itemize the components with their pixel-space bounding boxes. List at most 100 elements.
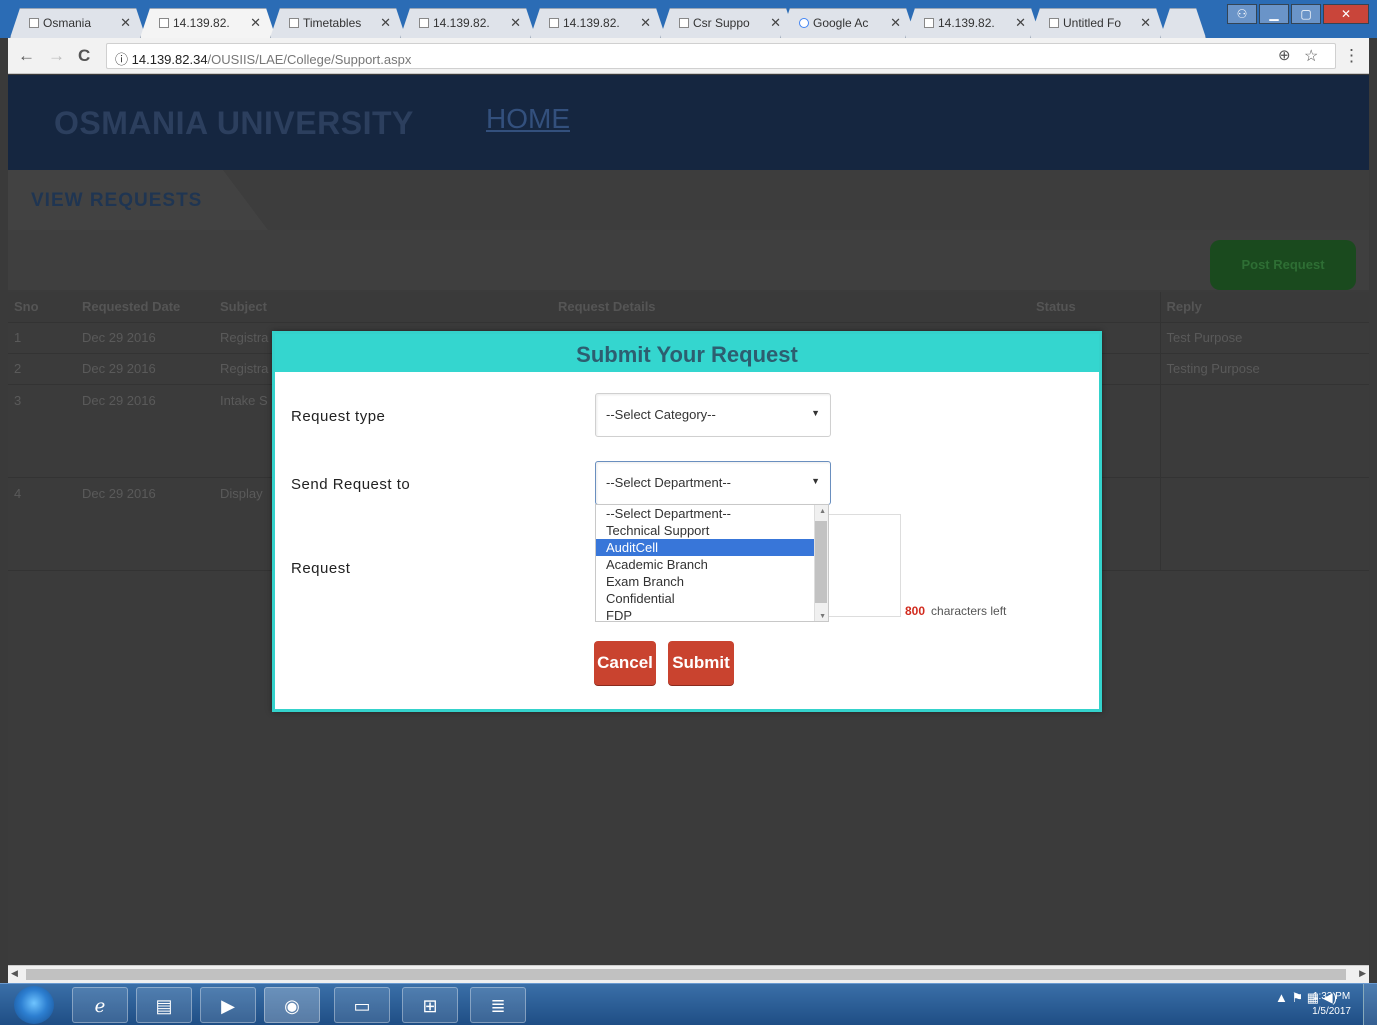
tab-label: Google Ac	[813, 16, 869, 30]
close-tab-icon[interactable]: ✕	[120, 15, 131, 31]
close-tab-icon[interactable]: ✕	[250, 15, 261, 31]
column-header: Requested Date	[76, 292, 214, 323]
start-button[interactable]	[14, 986, 54, 1024]
browser-tab[interactable]: Google Ac ✕	[780, 8, 916, 38]
scroll-right-icon[interactable]: ▶	[1359, 968, 1366, 979]
excel-icon[interactable]: ⊞	[402, 987, 458, 1023]
close-window-button[interactable]: ✕	[1323, 4, 1369, 24]
dropdown-scrollbar[interactable]: ▲ ▼	[814, 505, 828, 621]
bookmark-star-icon[interactable]: ☆	[1304, 46, 1318, 66]
browser-tab[interactable]: Csr Suppo ✕	[660, 8, 796, 38]
minimize-button[interactable]: ▁	[1259, 4, 1289, 24]
request-type-label: Request type	[291, 408, 386, 425]
taskbar-clock[interactable]: 1:33 PM 1/5/2017	[1312, 989, 1351, 1019]
word-icon[interactable]: ≣	[470, 987, 526, 1023]
close-tab-icon[interactable]: ✕	[890, 15, 901, 31]
tab-label: 14.139.82.	[938, 16, 995, 30]
profile-icon[interactable]: ⚇	[1227, 4, 1257, 24]
close-tab-icon[interactable]: ✕	[1140, 15, 1151, 31]
info-icon[interactable]: ⓘ	[115, 52, 128, 67]
new-tab-button[interactable]	[1160, 8, 1206, 38]
tab-label: VIEW REQUESTS	[31, 190, 203, 211]
department-select[interactable]: --Select Department-- ▼	[595, 461, 831, 505]
clock-time: 1:33 PM	[1312, 991, 1351, 1002]
cell-reply: Testing Purpose	[1159, 353, 1369, 385]
action-center-icon[interactable]: ⚑	[1291, 990, 1303, 1005]
cell-date: Dec 29 2016	[76, 384, 214, 478]
modal-title: Submit Your Request	[576, 342, 798, 367]
cell-reply	[1159, 384, 1369, 478]
column-header: Sno	[8, 292, 76, 323]
close-tab-icon[interactable]: ✕	[380, 15, 391, 31]
tab-label: 14.139.82.	[173, 16, 230, 30]
dropdown-option[interactable]: Technical Support	[596, 522, 828, 539]
page-icon	[159, 18, 169, 28]
tab-view-requests[interactable]: VIEW REQUESTS	[8, 170, 268, 230]
close-tab-icon[interactable]: ✕	[640, 15, 651, 31]
dropdown-option[interactable]: FDP	[596, 607, 828, 621]
page-icon	[924, 18, 934, 28]
browser-tab[interactable]: Timetables ✕	[270, 8, 406, 38]
close-tab-icon[interactable]: ✕	[1015, 15, 1026, 31]
request-type-select[interactable]: --Select Category-- ▼	[595, 393, 831, 437]
column-header: Reply	[1159, 292, 1369, 323]
tab-label: 14.139.82.	[433, 16, 490, 30]
url-field[interactable]: ⓘ 14.139.82.34/OUSIIS/LAE/College/Suppor…	[106, 43, 1336, 69]
chrome-icon[interactable]: ◉	[264, 987, 320, 1023]
browser-tab[interactable]: 14.139.82. ✕	[400, 8, 536, 38]
submit-button[interactable]: Submit	[668, 641, 734, 685]
cell-sno: 3	[8, 384, 76, 478]
scroll-up-icon[interactable]: ▲	[819, 508, 826, 515]
browser-tab[interactable]: 14.139.82. ✕	[905, 8, 1041, 38]
close-tab-icon[interactable]: ✕	[770, 15, 781, 31]
url-host: 14.139.82.34	[131, 52, 208, 67]
post-request-button[interactable]: Post Request	[1210, 240, 1356, 290]
cancel-button[interactable]: Cancel	[594, 641, 656, 685]
address-bar-row: ← → C ⓘ 14.139.82.34/OUSIIS/LAE/College/…	[8, 38, 1369, 74]
notepad-icon[interactable]: ▭	[334, 987, 390, 1023]
dropdown-option[interactable]: Academic Branch	[596, 556, 828, 573]
browser-tab[interactable]: Osmania ✕	[10, 8, 146, 38]
scroll-down-icon[interactable]: ▼	[819, 613, 826, 620]
maximize-button[interactable]: ▢	[1291, 4, 1321, 24]
zoom-icon[interactable]: ⊕	[1278, 46, 1291, 64]
dropdown-arrow-icon: ▼	[811, 408, 820, 418]
column-header: Subject	[214, 292, 552, 323]
browser-menu-icon[interactable]: ⋮	[1343, 46, 1360, 66]
tab-label: Untitled Fo	[1063, 16, 1122, 30]
horizontal-scrollbar[interactable]: ◀ ▶	[8, 965, 1369, 983]
browser-tab[interactable]: 14.139.82. ✕	[530, 8, 666, 38]
close-tab-icon[interactable]: ✕	[510, 15, 521, 31]
dropdown-option[interactable]: Exam Branch	[596, 573, 828, 590]
chars-left-count: 800	[905, 604, 926, 618]
ie-icon[interactable]: ℯ	[72, 987, 128, 1023]
dropdown-option[interactable]: Confidential	[596, 590, 828, 607]
page-icon	[29, 18, 39, 28]
home-link[interactable]: HOME	[486, 103, 570, 135]
browser-tab-active[interactable]: 14.139.82. ✕	[140, 8, 276, 38]
clock-date: 1/5/2017	[1312, 1006, 1351, 1017]
chars-left-counter: 800 characters left	[905, 604, 1006, 618]
browser-tab[interactable]: Untitled Fo ✕	[1030, 8, 1166, 38]
reload-icon[interactable]: C	[78, 46, 90, 66]
back-icon[interactable]: ←	[18, 46, 35, 66]
explorer-icon[interactable]: ▤	[136, 987, 192, 1023]
dropdown-option-selected[interactable]: AuditCell	[596, 539, 828, 556]
cell-sno: 4	[8, 477, 76, 571]
scrollbar-thumb[interactable]	[815, 521, 827, 603]
page-icon	[289, 18, 299, 28]
cell-sno: 2	[8, 353, 76, 385]
department-dropdown-list[interactable]: --Select Department-- Technical Support …	[595, 504, 829, 622]
site-title: OSMANIA UNIVERSITY	[54, 105, 414, 141]
show-hidden-icons[interactable]: ▲	[1275, 990, 1288, 1005]
forward-icon[interactable]: →	[48, 46, 65, 66]
chars-left-text: characters left	[931, 604, 1007, 618]
column-header: Status	[1030, 292, 1160, 323]
scrollbar-thumb[interactable]	[26, 969, 1346, 980]
dropdown-option[interactable]: --Select Department--	[596, 505, 828, 522]
tab-label: Timetables	[303, 16, 362, 30]
media-player-icon[interactable]: ▶	[200, 987, 256, 1023]
show-desktop-button[interactable]	[1363, 984, 1377, 1025]
scroll-left-icon[interactable]: ◀	[11, 968, 18, 979]
windows-taskbar: ℯ ▤ ▶ ◉ ▭ ⊞ ≣ ▲ ⚑ ▦ ◀) 1:33 PM 1/5/2017	[0, 983, 1377, 1025]
